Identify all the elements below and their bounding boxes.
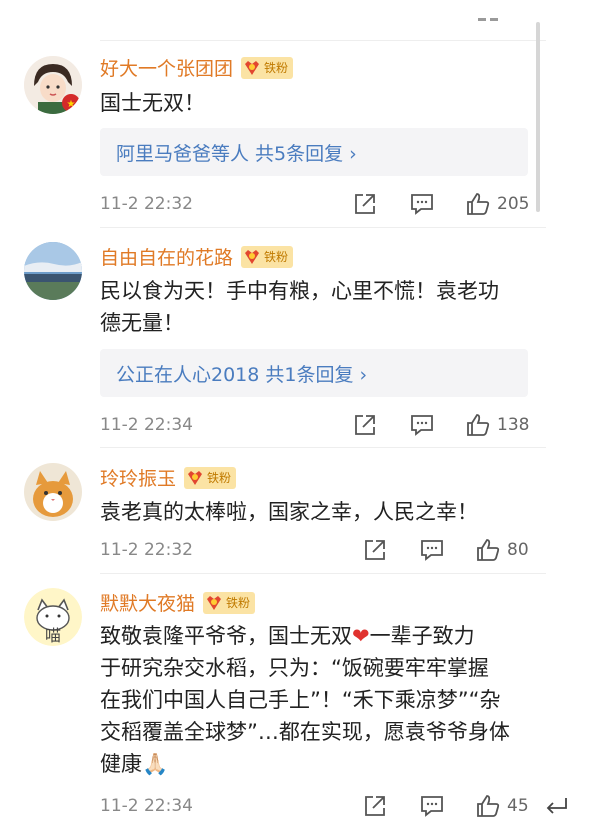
- username[interactable]: 默默大夜猫: [100, 589, 195, 616]
- comment-meta: 11-2 22:34 45: [0, 792, 594, 820]
- top-decoration: [478, 18, 498, 22]
- like-icon: [477, 539, 500, 561]
- badge-label: 铁粉: [264, 250, 289, 264]
- comment-text: 国士无双！: [100, 91, 205, 115]
- like-button[interactable]: 205: [465, 190, 529, 218]
- timestamp: 11-2 22:34: [100, 796, 193, 816]
- replies-label: 公正在人心2018 共1条回复 ›: [116, 363, 368, 386]
- comment-icon: [421, 796, 443, 817]
- comment-line: 民以食为天！手中有粮，心里不慌！袁老功: [100, 279, 499, 303]
- comment-line: 交稻覆盖全球梦”…都在实现，愿袁爷爷身体: [100, 720, 510, 744]
- comment-meta: 11-2 22:34 138: [0, 411, 594, 439]
- share-button[interactable]: [362, 536, 388, 564]
- username-row: 默默大夜猫 铁粉: [100, 589, 256, 616]
- fan-badge: 铁粉: [203, 591, 256, 614]
- comment-meta: 11-2 22:32 205: [0, 190, 594, 218]
- comment-line: 致敬袁隆平爷爷，国士无双❤一辈子致力: [100, 620, 540, 652]
- replies-link[interactable]: 公正在人心2018 共1条回复 ›: [100, 349, 528, 397]
- comment-line: 于研究杂交水稻，只为：“饭碗要牢牢掌握: [100, 656, 489, 680]
- timestamp: 11-2 22:32: [100, 194, 193, 214]
- like-icon: [467, 414, 490, 436]
- divider: [100, 573, 546, 574]
- share-icon: [365, 540, 385, 560]
- username[interactable]: 好大一个张团团: [100, 54, 233, 81]
- avatar[interactable]: ★: [24, 56, 82, 114]
- comment-line: 健康🙏🏻: [100, 752, 169, 776]
- like-icon: [467, 193, 490, 215]
- comment-text: 袁老真的太棒啦，国家之幸，人民之幸！: [100, 500, 478, 524]
- timestamp: 11-2 22:34: [100, 415, 193, 435]
- timestamp: 11-2 22:32: [100, 540, 193, 560]
- avatar[interactable]: [24, 463, 82, 521]
- replies-link[interactable]: 阿里马爸爸等人 共5条回复 ›: [100, 128, 528, 176]
- share-icon: [365, 796, 385, 816]
- reply-arrow-icon[interactable]: [544, 796, 570, 816]
- share-button[interactable]: [352, 190, 378, 218]
- fan-badge: 铁粉: [241, 245, 294, 268]
- comment-meta: 11-2 22:32 80: [0, 536, 594, 564]
- username-row: 好大一个张团团 铁粉: [100, 54, 294, 81]
- comment-line-part: 一辈子致力: [369, 624, 475, 648]
- like-count: 80: [507, 540, 529, 560]
- comment-button[interactable]: [419, 536, 445, 564]
- comment-button[interactable]: [409, 190, 435, 218]
- comment-button[interactable]: [419, 792, 445, 820]
- badge-label: 铁粉: [207, 471, 232, 485]
- heart-emoji: ❤: [352, 624, 370, 648]
- heart-crown-icon: [188, 470, 203, 485]
- badge-label: 铁粉: [264, 61, 289, 75]
- heart-crown-icon: [245, 249, 260, 264]
- comment-icon: [421, 540, 443, 561]
- divider: [100, 40, 546, 41]
- username-row: 玲玲振玉 铁粉: [100, 464, 237, 491]
- like-button[interactable]: 45: [475, 792, 529, 820]
- svg-text:喵: 喵: [45, 626, 61, 645]
- like-count: 205: [497, 194, 530, 214]
- divider: [100, 227, 546, 228]
- comment-text: 致敬袁隆平爷爷，国士无双❤一辈子致力 于研究杂交水稻，只为：“饭碗要牢牢掌握 在…: [100, 620, 540, 780]
- comment-text: 民以食为天！手中有粮，心里不慌！袁老功 德无量！: [100, 275, 540, 339]
- comment-icon: [411, 415, 433, 436]
- fan-badge: 铁粉: [241, 56, 294, 79]
- like-count: 138: [497, 415, 530, 435]
- badge-label: 铁粉: [226, 596, 251, 610]
- like-button[interactable]: 80: [475, 536, 529, 564]
- username-row: 自由自在的花路 铁粉: [100, 243, 294, 270]
- replies-label: 阿里马爸爸等人 共5条回复 ›: [116, 142, 357, 165]
- comment-line: 德无量！: [100, 311, 184, 335]
- divider: [100, 447, 546, 448]
- avatar[interactable]: [24, 242, 82, 300]
- share-button[interactable]: [352, 411, 378, 439]
- share-icon: [355, 415, 375, 435]
- comment-button[interactable]: [409, 411, 435, 439]
- username[interactable]: 玲玲振玉: [100, 464, 176, 491]
- fan-badge: 铁粉: [184, 466, 237, 489]
- like-icon: [477, 795, 500, 817]
- comment-line-part: 致敬袁隆平爷爷，国士无双: [100, 624, 352, 648]
- avatar[interactable]: 喵: [24, 588, 82, 646]
- like-count: 45: [507, 796, 529, 816]
- username[interactable]: 自由自在的花路: [100, 243, 233, 270]
- heart-crown-icon: [245, 60, 260, 75]
- comment-line: 在我们中国人自己手上”！“禾下乘凉梦”“杂: [100, 688, 501, 712]
- like-button[interactable]: 138: [465, 411, 529, 439]
- share-icon: [355, 194, 375, 214]
- svg-text:★: ★: [67, 99, 76, 110]
- share-button[interactable]: [362, 792, 388, 820]
- comment-icon: [411, 194, 433, 215]
- heart-crown-icon: [207, 595, 222, 610]
